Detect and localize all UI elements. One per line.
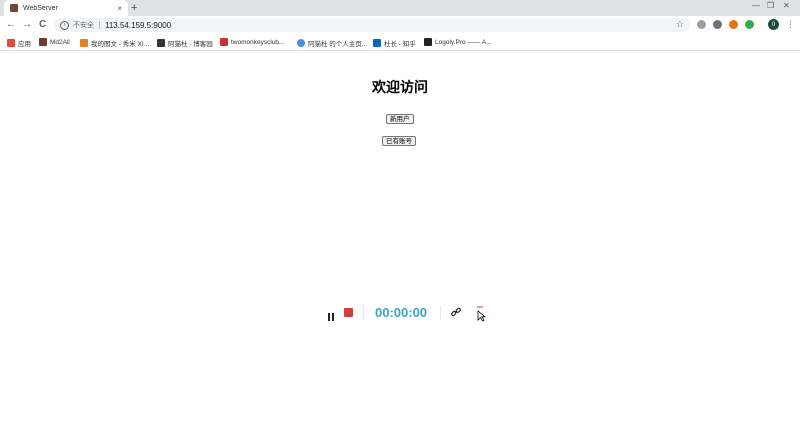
bookmark-label: Logoly.Pro —— A...: [435, 38, 492, 46]
recorder-divider: [363, 306, 364, 320]
screen-recorder-toolbar: 00:00:00: [318, 302, 488, 324]
minimize-button[interactable]: —: [752, 1, 760, 10]
browser-toolbar: ← → C i 不安全 113.54.159.5:9000 ☆ 0 ⋮: [0, 16, 800, 35]
bookmark-label: Md2All: [50, 38, 70, 46]
bookmark-label: 阿猫杜 - 博客园: [168, 41, 213, 48]
twomonkeys-icon: [220, 38, 228, 46]
bookmark-cnblogs[interactable]: 阿猫杜 - 博客园: [157, 38, 213, 48]
bookmark-zhihu[interactable]: 杜长 - 知乎: [373, 38, 416, 48]
logoly-icon: [424, 38, 432, 46]
link-icon[interactable]: [450, 306, 462, 318]
bookmark-homepage[interactable]: 阿猫杜 的个人主页...: [297, 38, 367, 48]
bookmark-logoly[interactable]: Logoly.Pro —— A...: [424, 38, 492, 46]
url-text[interactable]: 113.54.159.5:9000: [105, 21, 171, 30]
address-bar[interactable]: i 不安全 113.54.159.5:9000 ☆: [54, 18, 690, 32]
page-title: 欢迎访问: [372, 79, 428, 95]
recorder-divider: [440, 306, 441, 320]
vpn-extension-icon[interactable]: [745, 20, 754, 29]
bookmark-label: 杜长 - 知乎: [384, 41, 416, 48]
tab-title: WebServer: [23, 4, 58, 12]
new-tab-button[interactable]: +: [131, 2, 137, 14]
bookmarks-bar: 应用 Md2All 我的图文 - 秀米 XI... 阿猫杜 - 博客园 twom…: [0, 35, 800, 51]
xiumi-icon: [80, 39, 88, 47]
bookmark-label: 应用: [18, 41, 31, 48]
bookmark-md2all[interactable]: Md2All: [39, 38, 70, 46]
bookmark-xiumi[interactable]: 我的图文 - 秀米 XI...: [80, 38, 149, 48]
extension-icon[interactable]: [729, 20, 738, 29]
forward-button[interactable]: →: [22, 19, 32, 30]
security-label: 不安全: [73, 22, 94, 29]
favicon-icon: [10, 4, 18, 12]
tab-close-icon[interactable]: ×: [117, 4, 122, 13]
homepage-icon: [297, 39, 305, 47]
bookmark-twomonkeys[interactable]: twomonkeysclub...: [220, 38, 284, 46]
bookmark-label: 阿猫杜 的个人主页...: [308, 41, 368, 48]
profile-avatar[interactable]: 0: [768, 19, 779, 30]
bookmark-label: 我的图文 - 秀米 XI...: [91, 41, 150, 48]
zhihu-icon: [373, 39, 381, 47]
tab-webserver[interactable]: WebServer ×: [4, 0, 128, 16]
restore-button[interactable]: ❐: [767, 1, 774, 10]
md2all-icon: [39, 38, 47, 46]
tab-strip: WebServer × + — ❐ ✕: [0, 0, 800, 16]
cnblogs-icon: [157, 39, 165, 47]
bookmark-label: twomonkeysclub...: [231, 38, 285, 46]
back-button[interactable]: ←: [6, 19, 16, 30]
window-close-button[interactable]: ✕: [783, 1, 790, 10]
pause-icon[interactable]: [328, 308, 336, 326]
cursor-icon: [477, 306, 487, 322]
new-user-button[interactable]: 新用户: [386, 114, 414, 124]
menu-icon[interactable]: ⋮: [786, 19, 795, 30]
cloud-extension-icon[interactable]: [697, 20, 706, 29]
apps-grid-icon: [7, 39, 15, 47]
reload-button[interactable]: C: [39, 19, 46, 30]
recording-timer: 00:00:00: [375, 305, 428, 320]
existing-account-button[interactable]: 已有账号: [382, 136, 416, 146]
info-icon[interactable]: i: [60, 20, 69, 30]
stop-icon[interactable]: [344, 308, 353, 317]
cast-extension-icon[interactable]: [713, 20, 722, 29]
bookmark-apps[interactable]: 应用: [7, 38, 31, 48]
omnibox-divider: [99, 21, 100, 29]
bookmark-star-icon[interactable]: ☆: [676, 19, 684, 30]
